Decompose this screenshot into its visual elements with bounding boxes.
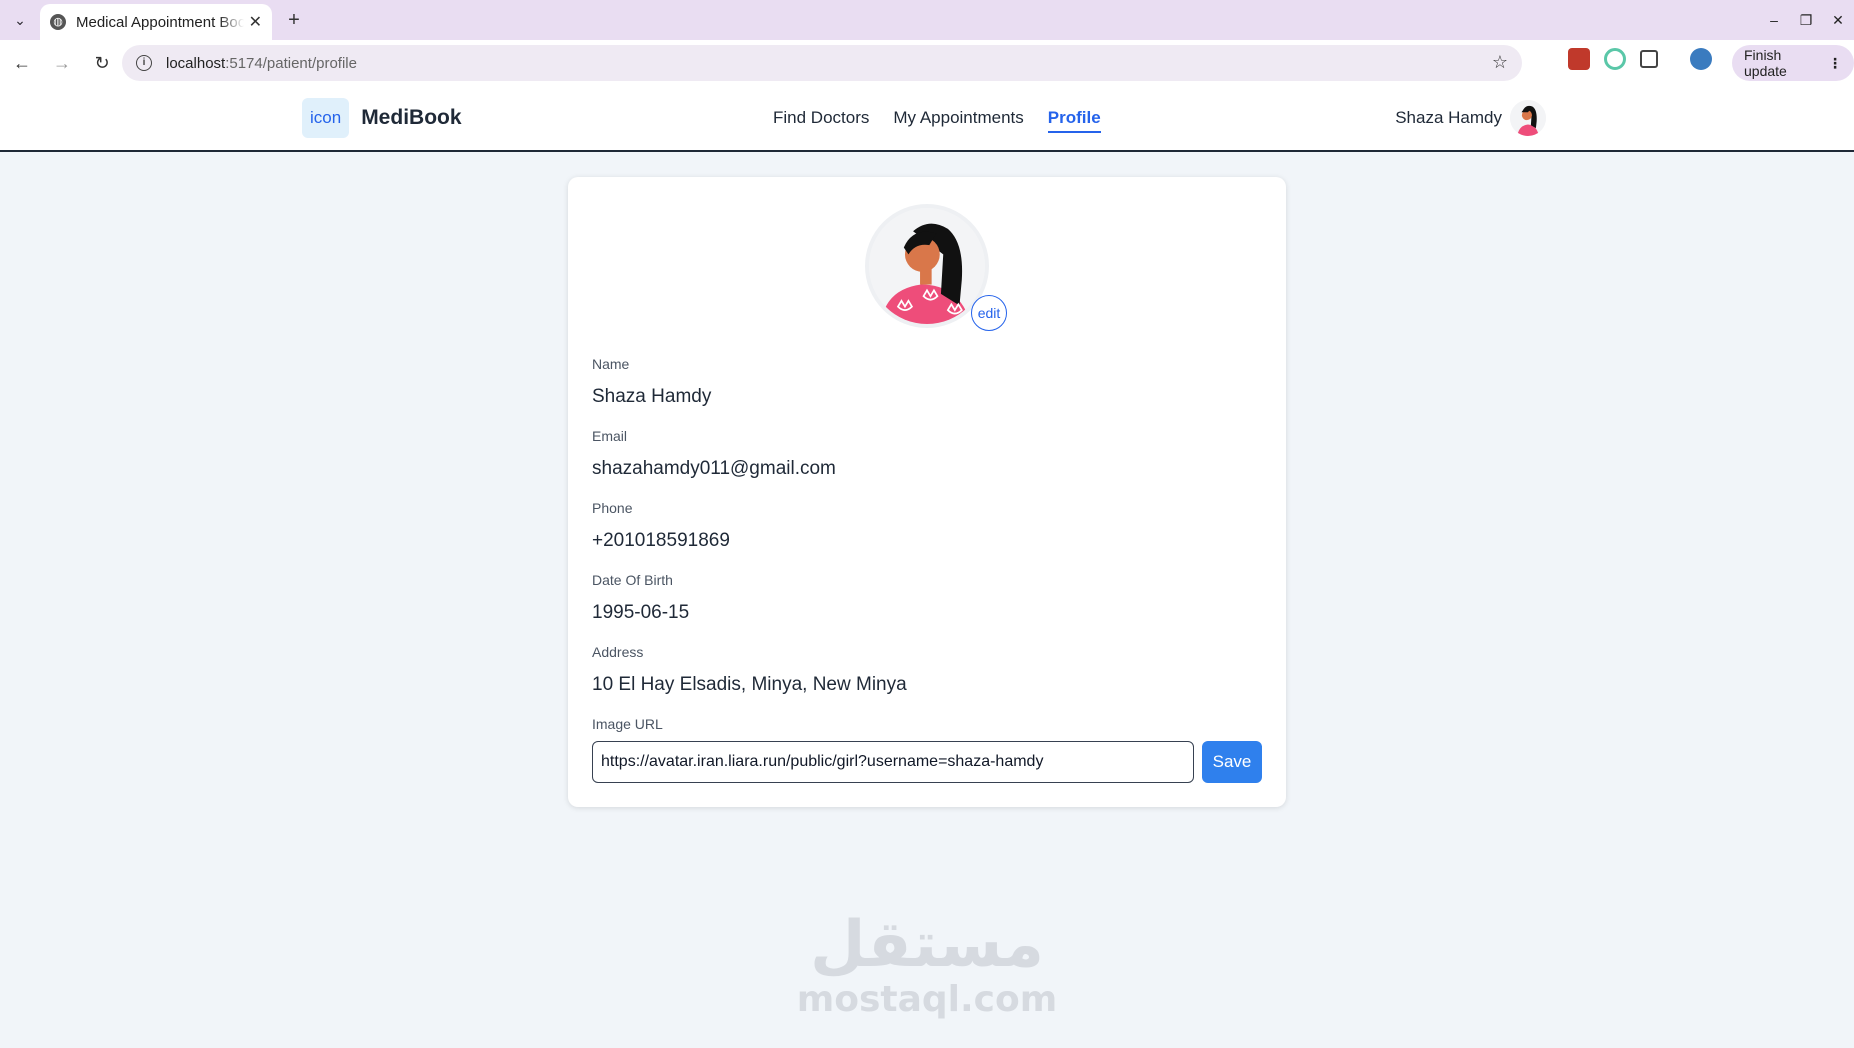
image-url-row: Save: [592, 741, 1262, 783]
brand-name: MediBook: [361, 106, 462, 129]
app-header: icon MediBook Find Doctors My Appointmen…: [0, 86, 1854, 152]
address-label: Address: [592, 644, 644, 660]
email-value: shazahamdy011@gmail.com: [592, 458, 836, 479]
finish-update-button[interactable]: Finish update ⋮: [1732, 45, 1854, 81]
browser-tabstrip: ⌄ ◍ Medical Appointment Booking ✕ + – ❐ …: [0, 0, 1854, 40]
save-button[interactable]: Save: [1202, 741, 1262, 783]
girl-avatar-icon: [1510, 100, 1546, 136]
brand-link[interactable]: icon MediBook: [302, 98, 462, 138]
address-value: 10 El Hay Elsadis, Minya, New Minya: [592, 674, 907, 695]
edit-avatar-button[interactable]: edit: [971, 295, 1007, 331]
address-field: Address 10 El Hay Elsadis, Minya, New Mi…: [592, 644, 907, 696]
girl-avatar-large-icon: [869, 208, 985, 324]
tab-search-button[interactable]: ⌄: [8, 8, 32, 32]
nav-my-appointments[interactable]: My Appointments: [893, 108, 1023, 133]
extension-green-icon[interactable]: [1604, 48, 1626, 70]
user-avatar[interactable]: [1510, 100, 1546, 136]
bookmark-star-icon[interactable]: ☆: [1492, 52, 1508, 73]
profile-avatar-wrap: edit: [865, 204, 1007, 331]
mostaql-watermark: مستقل mostaql.com: [790, 910, 1064, 1020]
more-menu-icon[interactable]: ⋮: [1828, 55, 1842, 72]
dob-value: 1995-06-15: [592, 602, 690, 623]
tab-close-icon[interactable]: ✕: [249, 12, 262, 32]
extensions-puzzle-icon[interactable]: [1640, 50, 1658, 68]
watermark-latin: mostaql.com: [796, 979, 1058, 1020]
watermark-arabic: مستقل: [809, 908, 1045, 982]
browser-profile-avatar[interactable]: [1690, 48, 1712, 70]
email-label: Email: [592, 428, 628, 444]
profile-card: edit Name Shaza Hamdy Email shazahamdy01…: [568, 177, 1286, 807]
restore-icon[interactable]: ❐: [1790, 12, 1822, 29]
back-arrow-icon[interactable]: ←: [4, 45, 40, 81]
main-nav: Find Doctors My Appointments Profile: [773, 108, 1125, 133]
user-name: Shaza Hamdy: [1395, 108, 1502, 127]
phone-label: Phone: [592, 500, 633, 516]
extensions-area: [1568, 48, 1722, 70]
name-label: Name: [592, 356, 630, 372]
email-field: Email shazahamdy011@gmail.com: [592, 428, 836, 480]
extension-red-icon[interactable]: [1568, 48, 1590, 70]
forward-arrow-icon[interactable]: →: [44, 45, 80, 81]
globe-icon: ◍: [50, 14, 66, 30]
phone-field: Phone +201018591869: [592, 500, 730, 552]
new-tab-button[interactable]: +: [282, 8, 306, 32]
window-controls: – ❐ ✕: [1758, 0, 1854, 40]
site-info-icon[interactable]: i: [136, 55, 152, 71]
browser-toolbar: ← → ↻ i localhost:5174/patient/profile ☆…: [0, 40, 1854, 86]
image-url-label: Image URL: [592, 716, 663, 732]
close-window-icon[interactable]: ✕: [1822, 12, 1854, 29]
reload-icon[interactable]: ↻: [84, 45, 120, 81]
image-url-input[interactable]: [592, 741, 1194, 783]
logo-icon: icon: [302, 98, 350, 138]
name-value: Shaza Hamdy: [592, 386, 712, 407]
user-menu[interactable]: Shaza Hamdy: [1395, 100, 1546, 136]
url-text: localhost:5174/patient/profile: [166, 54, 357, 72]
nav-profile[interactable]: Profile: [1047, 108, 1101, 133]
dob-field: Date Of Birth 1995-06-15: [592, 572, 689, 624]
image-url-field: Image URL: [592, 716, 663, 732]
nav-find-doctors[interactable]: Find Doctors: [773, 108, 869, 133]
minimize-icon[interactable]: –: [1758, 12, 1790, 28]
phone-value: +201018591869: [592, 530, 730, 551]
tab-title: Medical Appointment Booking: [76, 13, 244, 31]
browser-tab[interactable]: ◍ Medical Appointment Booking ✕: [40, 4, 272, 40]
name-field: Name Shaza Hamdy: [592, 356, 711, 408]
address-bar[interactable]: i localhost:5174/patient/profile ☆: [122, 45, 1522, 81]
dob-label: Date Of Birth: [592, 572, 673, 588]
